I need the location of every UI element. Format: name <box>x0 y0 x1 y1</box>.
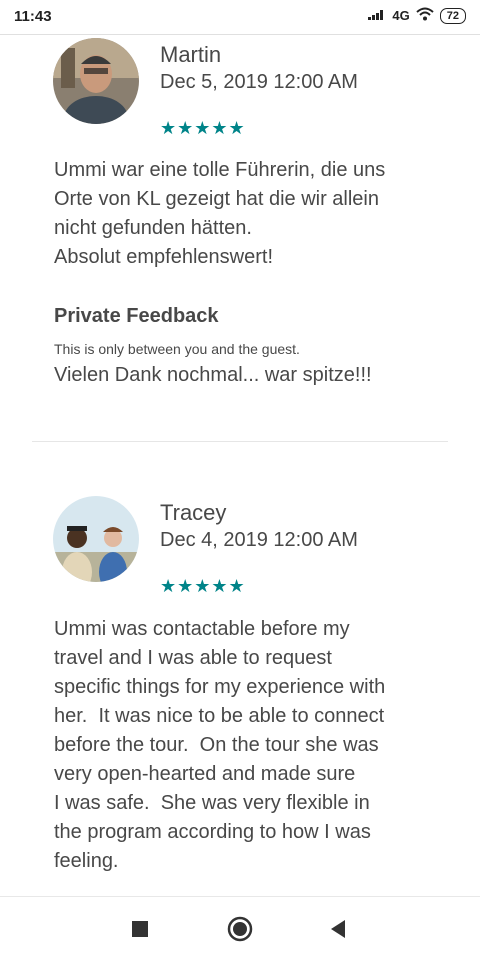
private-feedback-text: Vielen Dank nochmal... war spitze!!! <box>54 364 372 386</box>
review-date: Dec 5, 2019 12:00 AM <box>160 71 358 93</box>
home-icon[interactable] <box>226 915 254 943</box>
system-nav-bar <box>0 896 480 961</box>
signal-icon <box>368 8 386 23</box>
status-time: 11:43 <box>14 8 52 25</box>
battery-icon: 72 <box>439 7 466 24</box>
network-type: 4G <box>392 8 410 23</box>
star-rating: ★★★★★ <box>160 118 246 138</box>
avatar[interactable] <box>53 38 139 124</box>
status-icons: 4G 72 <box>368 7 466 24</box>
wifi-icon <box>416 7 434 24</box>
avatar[interactable] <box>53 496 139 582</box>
star-rating: ★★★★★ <box>160 576 246 596</box>
reviewer-name: Tracey <box>160 500 227 525</box>
reviews-list: Martin Dec 5, 2019 12:00 AM ★★★★★ Ummi w… <box>0 34 480 896</box>
recent-apps-icon[interactable] <box>126 915 154 943</box>
divider <box>32 441 448 442</box>
review-date: Dec 4, 2019 12:00 AM <box>160 529 358 551</box>
reviewer-name: Martin <box>160 42 222 67</box>
status-bar: 11:43 4G 72 <box>0 0 480 35</box>
back-icon[interactable] <box>324 915 352 943</box>
review-text: Ummi was contactable before my travel an… <box>54 618 386 872</box>
private-feedback-subtitle: This is only between you and the guest. <box>54 341 300 357</box>
review-text: Ummi war eine tolle Führerin, die uns Or… <box>54 159 386 268</box>
private-feedback-title: Private Feedback <box>54 305 219 327</box>
